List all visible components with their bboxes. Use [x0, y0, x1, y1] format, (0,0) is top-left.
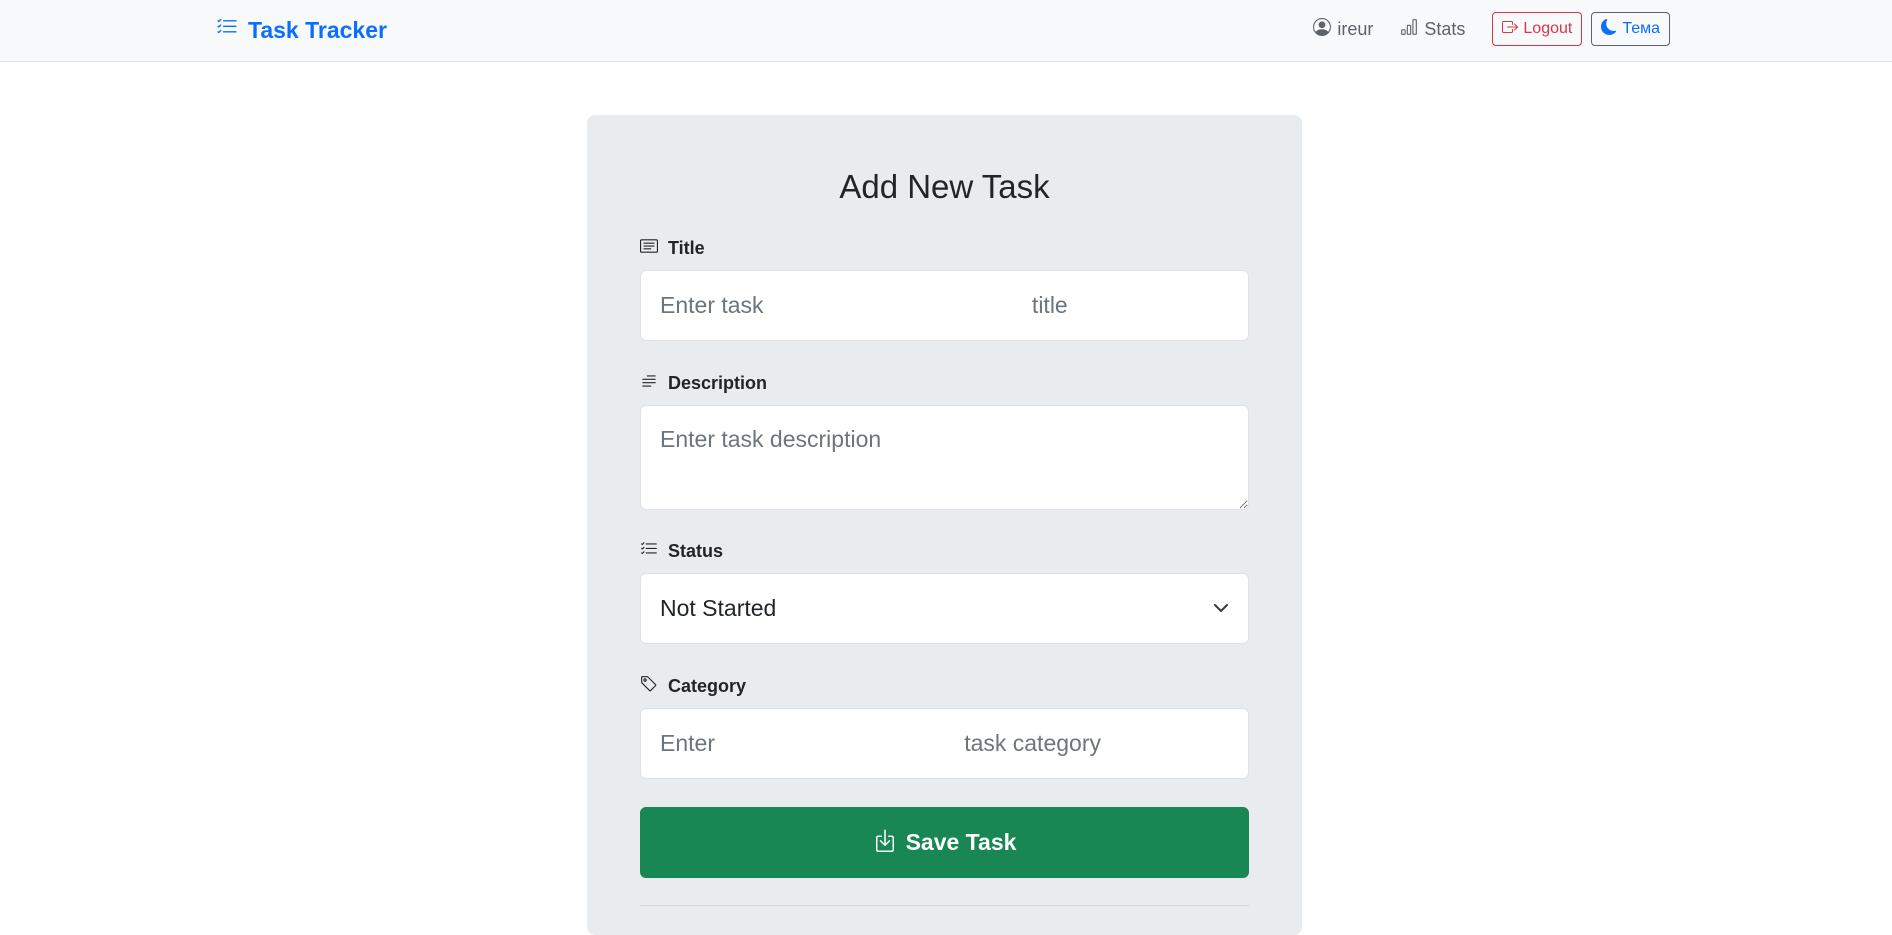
list-check-icon: [216, 16, 238, 44]
description-label-text: Description: [668, 373, 768, 393]
save-task-label: Save Task: [905, 829, 1017, 855]
username-label: ireur: [1337, 18, 1374, 39]
category-input[interactable]: [640, 708, 1249, 779]
status-selected-value: Not Started: [660, 595, 777, 621]
bar-chart-icon: [1400, 18, 1418, 41]
save-task-button[interactable]: Save Task: [640, 807, 1249, 878]
brand-title: Task Tracker: [248, 16, 387, 43]
list-check-icon: [640, 540, 658, 563]
moon-icon: [1601, 18, 1617, 40]
card-text-icon: [640, 237, 658, 260]
divider: [640, 905, 1249, 906]
person-circle-icon: [1313, 17, 1332, 41]
title-input[interactable]: [640, 270, 1249, 341]
logout-button[interactable]: Logout: [1492, 12, 1583, 46]
stats-label: Stats: [1424, 18, 1466, 39]
nav-right: ireur Stats Logout Тема: [1313, 12, 1670, 46]
text-paragraph-icon: [640, 372, 658, 395]
status-label-text: Status: [668, 541, 724, 561]
page-title: Add New Task: [839, 168, 1050, 205]
user-link[interactable]: ireur: [1313, 17, 1374, 41]
logout-label: Logout: [1523, 20, 1573, 37]
title-label: Title: [640, 237, 705, 260]
box-arrow-right-icon: [1502, 19, 1519, 40]
tag-icon: [640, 675, 658, 698]
navbar: Task Tracker ireur Stats Logout Тема: [0, 0, 1892, 62]
theme-toggle-button[interactable]: Тема: [1591, 12, 1670, 46]
add-task-card: Add New Task Title Description Status No…: [587, 115, 1302, 935]
brand-link[interactable]: Task Tracker: [216, 14, 387, 46]
chevron-down-icon: [1213, 595, 1229, 622]
description-textarea[interactable]: [640, 405, 1249, 510]
stats-link[interactable]: Stats: [1400, 18, 1465, 41]
title-label-text: Title: [668, 238, 705, 258]
box-arrow-in-down-icon: [873, 828, 897, 858]
theme-label: Тема: [1622, 20, 1660, 37]
status-label: Status: [640, 540, 723, 563]
category-label: Category: [640, 675, 746, 698]
status-select[interactable]: Not Started: [640, 573, 1249, 644]
description-label: Description: [640, 372, 767, 395]
category-label-text: Category: [668, 676, 747, 696]
